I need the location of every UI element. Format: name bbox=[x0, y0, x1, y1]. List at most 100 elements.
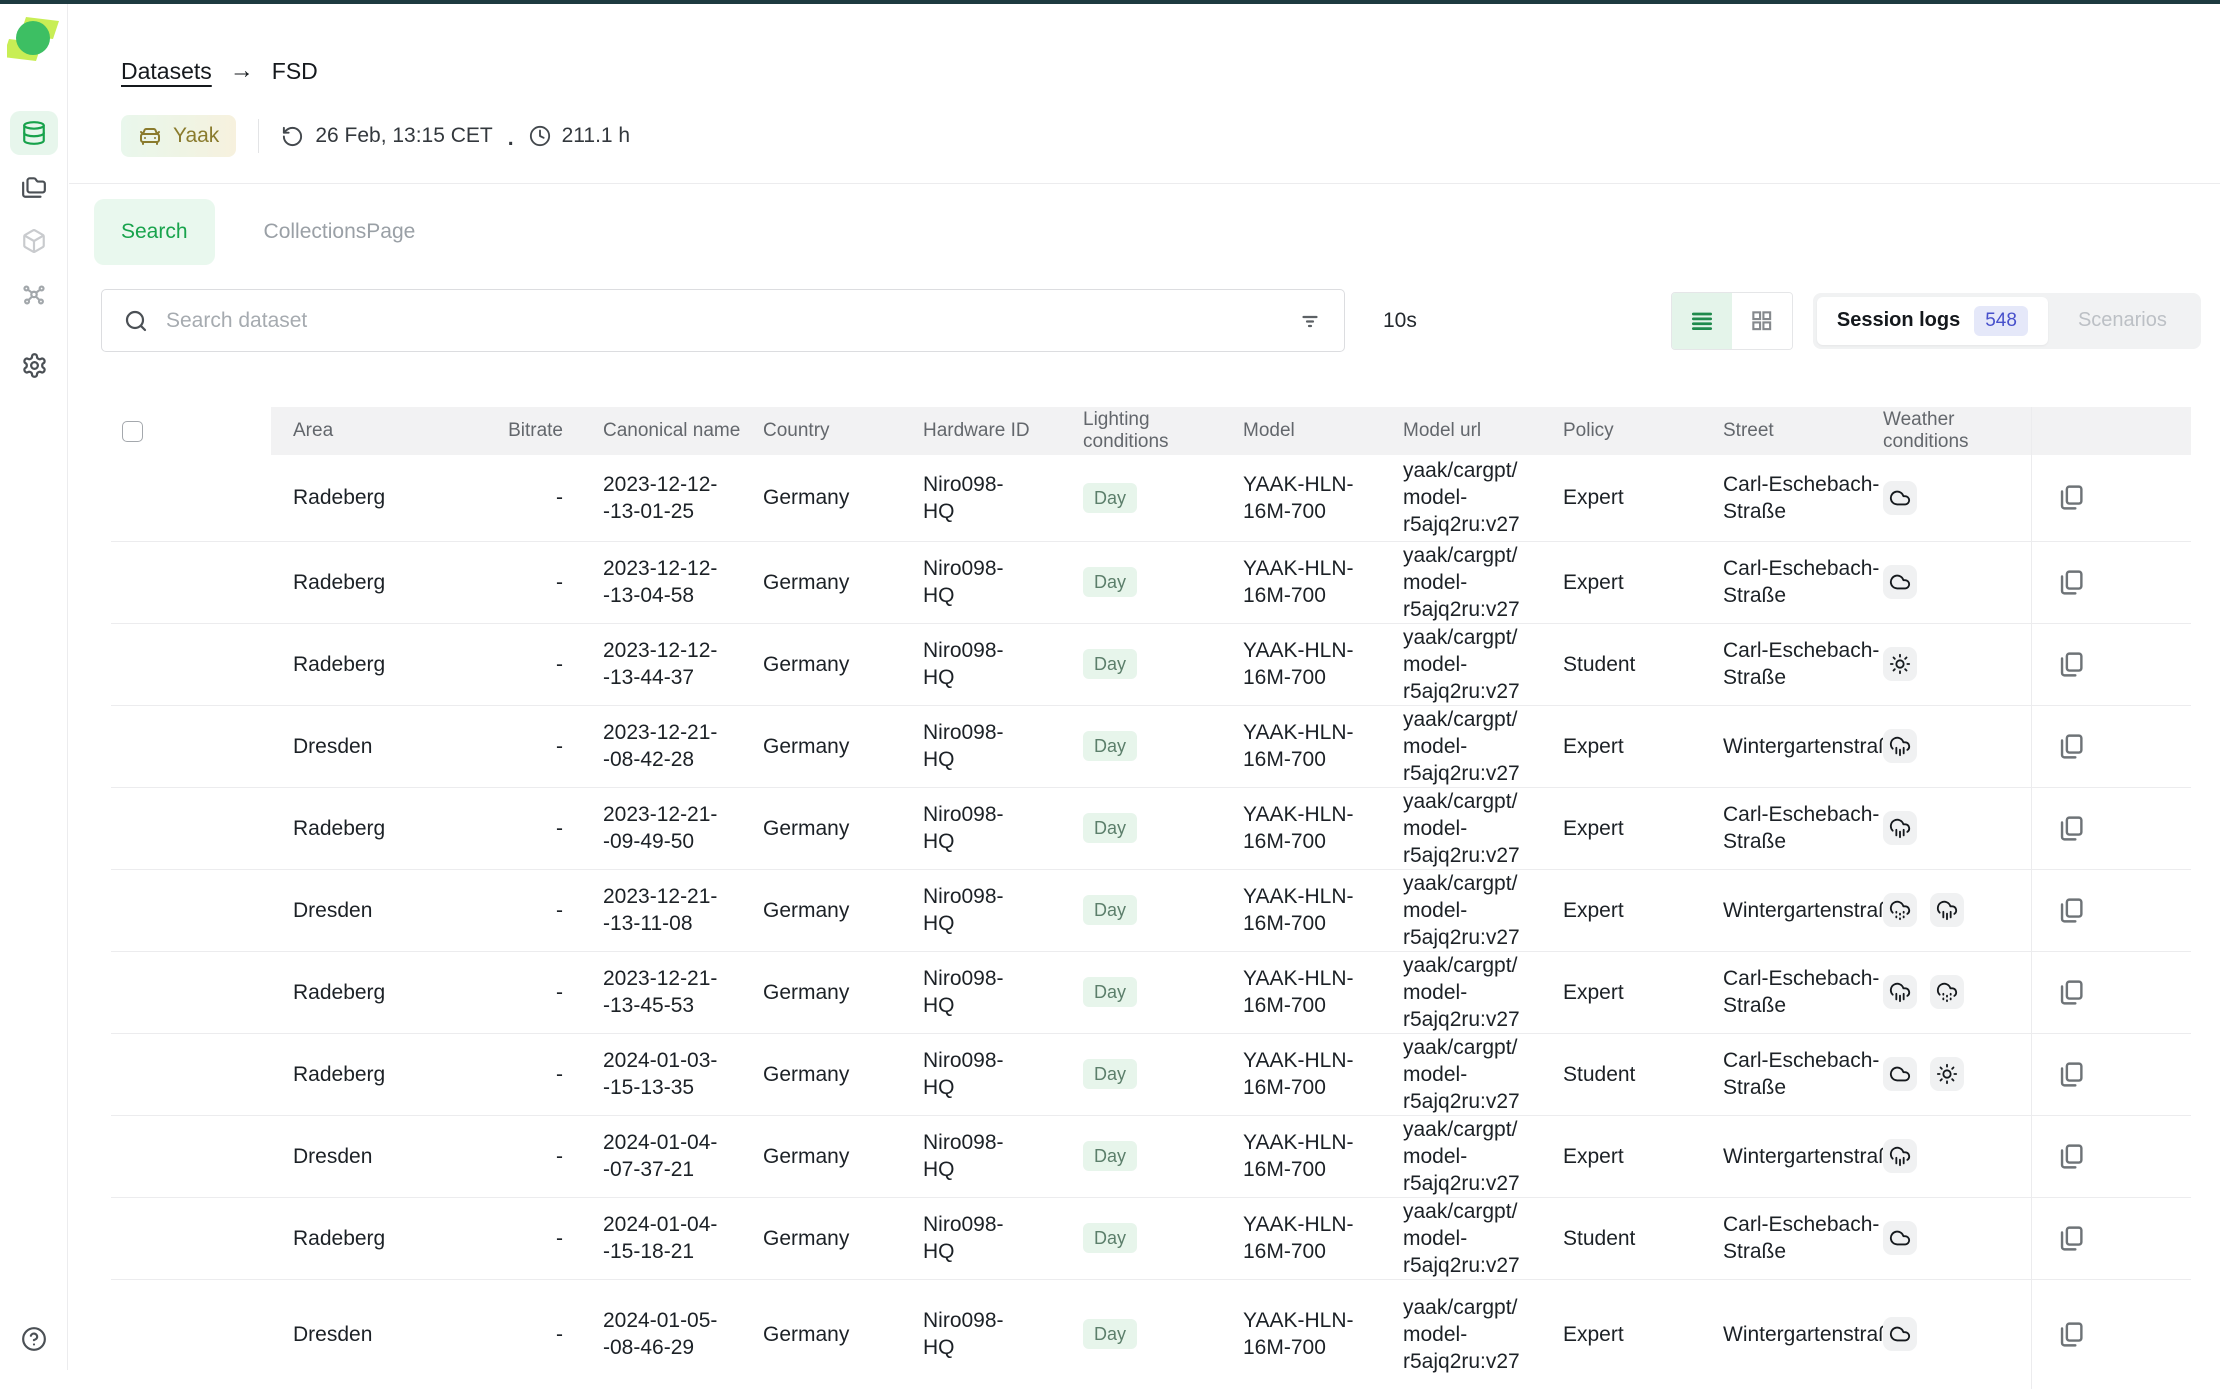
segment-session-logs[interactable]: Session logs 548 bbox=[1817, 297, 2048, 345]
help-button[interactable] bbox=[0, 1326, 68, 1352]
sidebar-item-packages[interactable] bbox=[10, 219, 58, 263]
app-logo[interactable] bbox=[7, 12, 61, 66]
weather-rain-chip bbox=[1883, 729, 1917, 763]
cell-weather bbox=[1871, 951, 2031, 1033]
cell-street: Carl-Eschebach-Straße bbox=[1711, 541, 1871, 623]
table-row[interactable]: Radeberg-2023-12-12--13-44-37GermanyNiro… bbox=[111, 623, 2191, 705]
cell-actions bbox=[2031, 869, 2191, 951]
tab-search[interactable]: Search bbox=[94, 199, 215, 265]
drizzle-icon bbox=[1889, 899, 1911, 921]
cell-hardware_id: Niro098-HQ bbox=[911, 455, 1071, 541]
cell-country: Germany bbox=[751, 787, 911, 869]
view-mode-toggle bbox=[1671, 292, 1793, 350]
table-row[interactable]: Dresden-2023-12-21--08-42-28GermanyNiro0… bbox=[111, 705, 2191, 787]
cell-street: Carl-Eschebach-Straße bbox=[1711, 1197, 1871, 1279]
select-all-checkbox[interactable] bbox=[122, 421, 143, 442]
clip-duration-label: 10s bbox=[1383, 309, 1417, 333]
copy-button[interactable] bbox=[2056, 732, 2085, 761]
main-content: Datasets → FSD Yaak 26 Feb, 13:15 CET . … bbox=[69, 4, 2220, 1389]
cell-select bbox=[111, 787, 271, 869]
filter-button[interactable] bbox=[1296, 307, 1324, 335]
cell-actions bbox=[2031, 623, 2191, 705]
list-view-button[interactable] bbox=[1672, 293, 1732, 349]
cell-lighting: Day bbox=[1071, 1033, 1231, 1115]
copy-button[interactable] bbox=[2056, 1224, 2085, 1253]
copy-button[interactable] bbox=[2056, 483, 2085, 512]
sidebar-item-collections[interactable] bbox=[10, 165, 58, 209]
cell-hardware_id: Niro098-HQ bbox=[911, 1033, 1071, 1115]
cell-weather bbox=[1871, 455, 2031, 541]
cell-weather bbox=[1871, 1197, 2031, 1279]
copy-button[interactable] bbox=[2056, 978, 2085, 1007]
cell-canonical_name: 2024-01-04--07-37-21 bbox=[591, 1115, 751, 1197]
table-row[interactable]: Dresden-2023-12-21--13-11-08GermanyNiro0… bbox=[111, 869, 2191, 951]
cell-model: YAAK-HLN-16M-700 bbox=[1231, 455, 1391, 541]
cell-canonical_name: 2023-12-21--08-42-28 bbox=[591, 705, 751, 787]
grid-view-button[interactable] bbox=[1732, 293, 1792, 349]
cell-actions bbox=[2031, 541, 2191, 623]
sidebar-item-nodes[interactable] bbox=[10, 273, 58, 317]
cell-country: Germany bbox=[751, 541, 911, 623]
copy-button[interactable] bbox=[2056, 1142, 2085, 1171]
cell-policy: Student bbox=[1551, 623, 1711, 705]
segment-scenarios[interactable]: Scenarios bbox=[2048, 309, 2197, 332]
tab-collectionspage[interactable]: CollectionsPage bbox=[237, 199, 443, 265]
weather-rain-chip bbox=[1883, 975, 1917, 1009]
search-input[interactable] bbox=[164, 308, 1280, 334]
table-row[interactable]: Radeberg-2023-12-21--13-45-53GermanyNiro… bbox=[111, 951, 2191, 1033]
page-title: FSD bbox=[272, 58, 318, 85]
cell-lighting: Day bbox=[1071, 1279, 1231, 1389]
table-row[interactable]: Radeberg-2023-12-21--09-49-50GermanyNiro… bbox=[111, 787, 2191, 869]
copy-button[interactable] bbox=[2056, 1320, 2085, 1349]
copy-icon bbox=[2056, 568, 2085, 597]
cell-hardware_id: Niro098-HQ bbox=[911, 1279, 1071, 1389]
table-row[interactable]: Radeberg-2023-12-12--13-04-58GermanyNiro… bbox=[111, 541, 2191, 623]
cell-weather bbox=[1871, 1279, 2031, 1389]
cell-select bbox=[111, 869, 271, 951]
sidebar-item-datasets[interactable] bbox=[10, 111, 58, 155]
cell-country: Germany bbox=[751, 1115, 911, 1197]
breadcrumb-datasets-link[interactable]: Datasets bbox=[121, 58, 212, 85]
cell-bitrate: - bbox=[431, 455, 591, 541]
copy-button[interactable] bbox=[2056, 568, 2085, 597]
sidebar bbox=[0, 4, 68, 1370]
weather-sun-chip bbox=[1883, 647, 1917, 681]
lighting-badge: Day bbox=[1083, 1141, 1137, 1171]
table-row[interactable]: Radeberg-2024-01-04--15-18-21GermanyNiro… bbox=[111, 1197, 2191, 1279]
vehicle-badge-label: Yaak bbox=[173, 124, 219, 148]
vehicle-badge[interactable]: Yaak bbox=[121, 115, 236, 157]
cell-weather bbox=[1871, 1033, 2031, 1115]
dataset-meta-row: Yaak 26 Feb, 13:15 CET . 211.1 h bbox=[121, 115, 2220, 157]
table-row[interactable]: Radeberg-2024-01-03--15-13-35GermanyNiro… bbox=[111, 1033, 2191, 1115]
copy-button[interactable] bbox=[2056, 1060, 2085, 1089]
cell-select bbox=[111, 1115, 271, 1197]
copy-button[interactable] bbox=[2056, 896, 2085, 925]
copy-icon bbox=[2056, 1320, 2085, 1349]
cell-country: Germany bbox=[751, 455, 911, 541]
table-row[interactable]: Dresden-2024-01-04--07-37-21GermanyNiro0… bbox=[111, 1115, 2191, 1197]
sidebar-item-settings[interactable] bbox=[10, 343, 58, 387]
copy-button[interactable] bbox=[2056, 814, 2085, 843]
lighting-badge: Day bbox=[1083, 483, 1137, 513]
breadcrumb: Datasets → FSD bbox=[121, 57, 2220, 85]
cell-model_url: yaak/cargpt/model-r5ajq2ru:v27 bbox=[1391, 787, 1551, 869]
column-header-street: Street bbox=[1711, 407, 1871, 455]
cell-hardware_id: Niro098-HQ bbox=[911, 1197, 1071, 1279]
cell-actions bbox=[2031, 455, 2191, 541]
cell-select bbox=[111, 455, 271, 541]
copy-button[interactable] bbox=[2056, 650, 2085, 679]
cell-country: Germany bbox=[751, 1279, 911, 1389]
cell-actions bbox=[2031, 951, 2191, 1033]
cell-policy: Expert bbox=[1551, 541, 1711, 623]
cell-policy: Student bbox=[1551, 1197, 1711, 1279]
grid-view-icon bbox=[1750, 309, 1773, 332]
cell-model_url: yaak/cargpt/model-r5ajq2ru:v27 bbox=[1391, 705, 1551, 787]
table-row[interactable]: Radeberg-2023-12-12--13-01-25GermanyNiro… bbox=[111, 455, 2191, 541]
cell-canonical_name: 2023-12-12--13-44-37 bbox=[591, 623, 751, 705]
cell-area: Radeberg bbox=[271, 623, 431, 705]
weather-chips bbox=[1883, 1221, 2021, 1255]
cell-street: Wintergartenstraße bbox=[1711, 1279, 1871, 1389]
rain-icon bbox=[1936, 899, 1958, 921]
lighting-badge: Day bbox=[1083, 567, 1137, 597]
table-row[interactable]: Dresden-2024-01-05--08-46-29GermanyNiro0… bbox=[111, 1279, 2191, 1389]
